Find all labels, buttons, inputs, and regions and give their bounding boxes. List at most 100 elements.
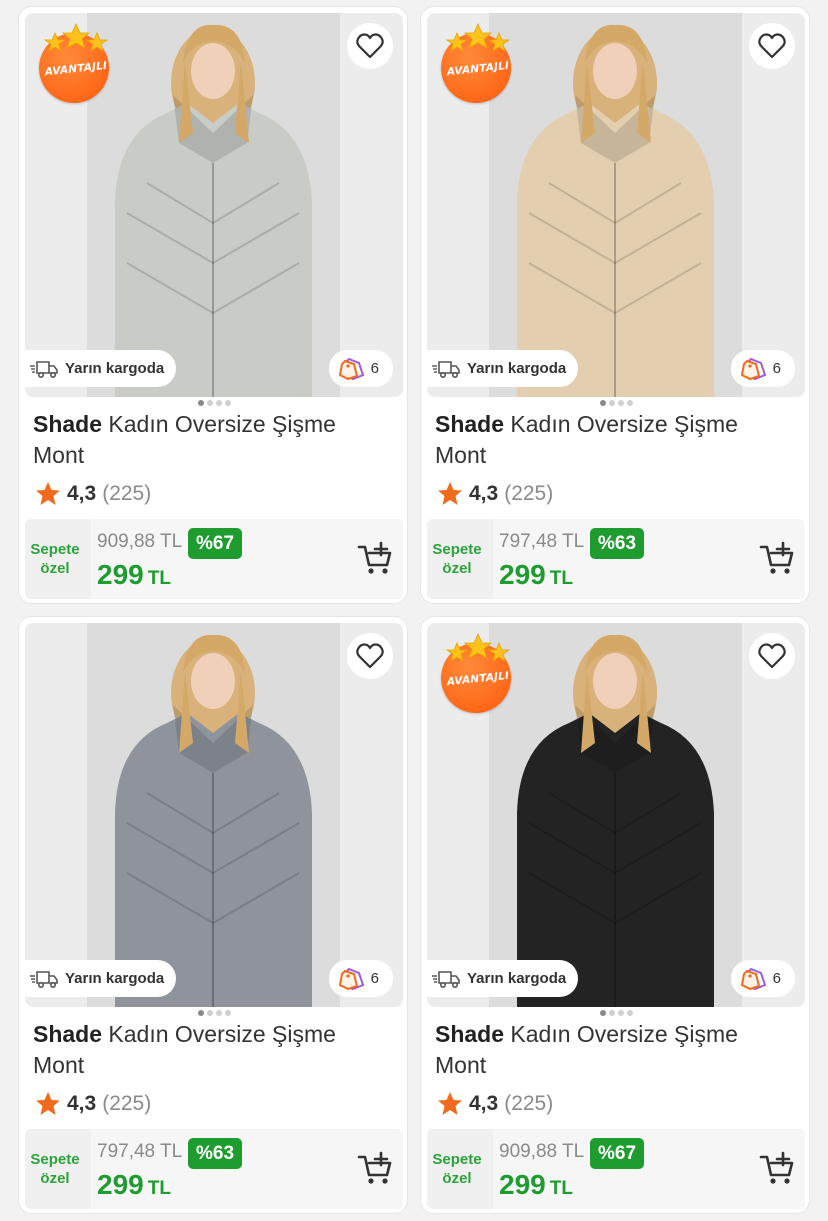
- delivery-truck-icon: [432, 360, 460, 378]
- pager-dot: [215, 1010, 222, 1016]
- product-brand: Shade: [435, 411, 505, 437]
- basket-special-label: Sepete özel: [427, 519, 487, 599]
- product-card[interactable]: AVANTAJLI Yarın kargoda 6 Shade Kadın Ov…: [420, 6, 810, 604]
- favorite-button[interactable]: [749, 633, 795, 679]
- add-to-cart-icon: [357, 541, 392, 574]
- delivery-truck-icon: [432, 970, 460, 988]
- review-count: (225): [102, 481, 152, 505]
- pager-dot: [608, 400, 615, 406]
- price-amount: 299: [97, 559, 144, 590]
- pager-dot: [215, 400, 222, 406]
- pager-dot: [617, 1010, 624, 1016]
- product-card[interactable]: Yarın kargoda 6 Shade Kadın Oversize Şiş…: [18, 616, 408, 1214]
- add-to-cart-button[interactable]: [357, 1151, 395, 1187]
- add-to-cart-button[interactable]: [357, 541, 395, 577]
- variant-count-pill[interactable]: 6: [730, 350, 795, 387]
- product-title[interactable]: Shade Kadın Oversize Şişme Mont: [435, 409, 795, 471]
- favorite-button[interactable]: [749, 23, 795, 69]
- stars-icon: [43, 23, 109, 52]
- product-image-area[interactable]: AVANTAJLI Yarın kargoda 6: [427, 13, 805, 397]
- variant-count: 6: [772, 360, 781, 377]
- pager-dot: [206, 400, 213, 406]
- product-title[interactable]: Shade Kadın Oversize Şişme Mont: [33, 409, 393, 471]
- discount-badge: %63: [188, 1138, 243, 1169]
- product-photo[interactable]: [87, 623, 340, 1007]
- product-title[interactable]: Shade Kadın Oversize Şişme Mont: [33, 1019, 393, 1081]
- image-pager-dots: [19, 400, 407, 406]
- shipping-pill: Yarın kargoda: [25, 350, 177, 387]
- basket-special-line2: özel: [442, 560, 472, 577]
- color-tags-icon: [740, 967, 766, 990]
- price-amount: 299: [499, 559, 546, 590]
- variant-count-pill[interactable]: 6: [730, 960, 795, 997]
- pager-dot: [617, 400, 624, 406]
- favorite-button[interactable]: [347, 23, 393, 69]
- old-price: 909,88 TL: [499, 1141, 585, 1162]
- price-inner: 797,48 TL %63 299 TL: [493, 519, 805, 599]
- basket-price: 299 TL: [499, 559, 573, 591]
- rating-row: 4,3 (225): [35, 1091, 151, 1116]
- shipping-pill: Yarın kargoda: [427, 960, 579, 997]
- product-photo[interactable]: [489, 623, 742, 1007]
- shipping-label: Yarın kargoda: [467, 360, 567, 377]
- product-brand: Shade: [435, 1021, 505, 1047]
- price-currency: TL: [147, 568, 171, 589]
- old-price: 797,48 TL: [97, 1141, 183, 1162]
- product-card[interactable]: AVANTAJLI Yarın kargoda 6 Shade Kadın Ov…: [420, 616, 810, 1214]
- image-pager-dots: [421, 400, 809, 406]
- pager-dot: [224, 400, 231, 406]
- add-to-cart-icon: [759, 541, 794, 574]
- basket-special-line1: Sepete: [30, 1151, 80, 1168]
- rating-score: 4,3: [469, 1091, 499, 1115]
- price-inner: 797,48 TL %63 299 TL: [91, 1129, 403, 1209]
- variant-count: 6: [772, 970, 781, 987]
- basket-special-line2: özel: [40, 1170, 70, 1187]
- pager-dot: [608, 1010, 615, 1016]
- variant-count-pill[interactable]: 6: [328, 350, 393, 387]
- product-title[interactable]: Shade Kadın Oversize Şişme Mont: [435, 1019, 795, 1081]
- price-amount: 299: [97, 1169, 144, 1200]
- product-image-area[interactable]: Yarın kargoda 6: [25, 623, 403, 1007]
- pager-dot: [224, 1010, 231, 1016]
- product-photo[interactable]: [87, 13, 340, 397]
- rating-row: 4,3 (225): [35, 481, 151, 506]
- product-brand: Shade: [33, 1021, 103, 1047]
- favorite-button[interactable]: [347, 633, 393, 679]
- shipping-pill: Yarın kargoda: [427, 350, 579, 387]
- pager-dot: [599, 1010, 606, 1016]
- star-icon: [36, 482, 60, 505]
- basket-special-line1: Sepete: [30, 541, 80, 558]
- price-currency: TL: [549, 568, 573, 589]
- delivery-truck-icon: [30, 360, 58, 378]
- add-to-cart-button[interactable]: [759, 1151, 797, 1187]
- price-box: Sepete özel 797,48 TL %63 299 TL: [427, 519, 805, 599]
- variant-count: 6: [370, 970, 379, 987]
- product-brand: Shade: [33, 411, 103, 437]
- shipping-label: Yarın kargoda: [65, 360, 165, 377]
- product-image-area[interactable]: AVANTAJLI Yarın kargoda 6: [25, 13, 403, 397]
- color-tags-icon: [338, 967, 364, 990]
- price-inner: 909,88 TL %67 299 TL: [493, 1129, 805, 1209]
- variant-count: 6: [370, 360, 379, 377]
- basket-special-label: Sepete özel: [427, 1129, 487, 1209]
- review-count: (225): [102, 1091, 152, 1115]
- basket-price: 299 TL: [97, 559, 171, 591]
- price-box: Sepete özel 797,48 TL %63 299 TL: [25, 1129, 403, 1209]
- add-to-cart-button[interactable]: [759, 541, 797, 577]
- product-card[interactable]: AVANTAJLI Yarın kargoda 6 Shade Kadın Ov…: [18, 6, 408, 604]
- shipping-pill: Yarın kargoda: [25, 960, 177, 997]
- basket-special-label: Sepete özel: [25, 1129, 85, 1209]
- product-photo[interactable]: [489, 13, 742, 397]
- basket-special-line1: Sepete: [432, 1151, 482, 1168]
- star-icon: [438, 482, 462, 505]
- product-image-area[interactable]: AVANTAJLI Yarın kargoda 6: [427, 623, 805, 1007]
- basket-special-line1: Sepete: [432, 541, 482, 558]
- star-icon: [438, 1092, 462, 1115]
- discount-badge: %67: [188, 528, 243, 559]
- variant-count-pill[interactable]: 6: [328, 960, 393, 997]
- color-tags-icon: [740, 357, 766, 380]
- price-box: Sepete özel 909,88 TL %67 299 TL: [427, 1129, 805, 1209]
- heart-icon: [758, 643, 786, 669]
- discount-badge: %63: [590, 528, 645, 559]
- basket-price: 299 TL: [499, 1169, 573, 1201]
